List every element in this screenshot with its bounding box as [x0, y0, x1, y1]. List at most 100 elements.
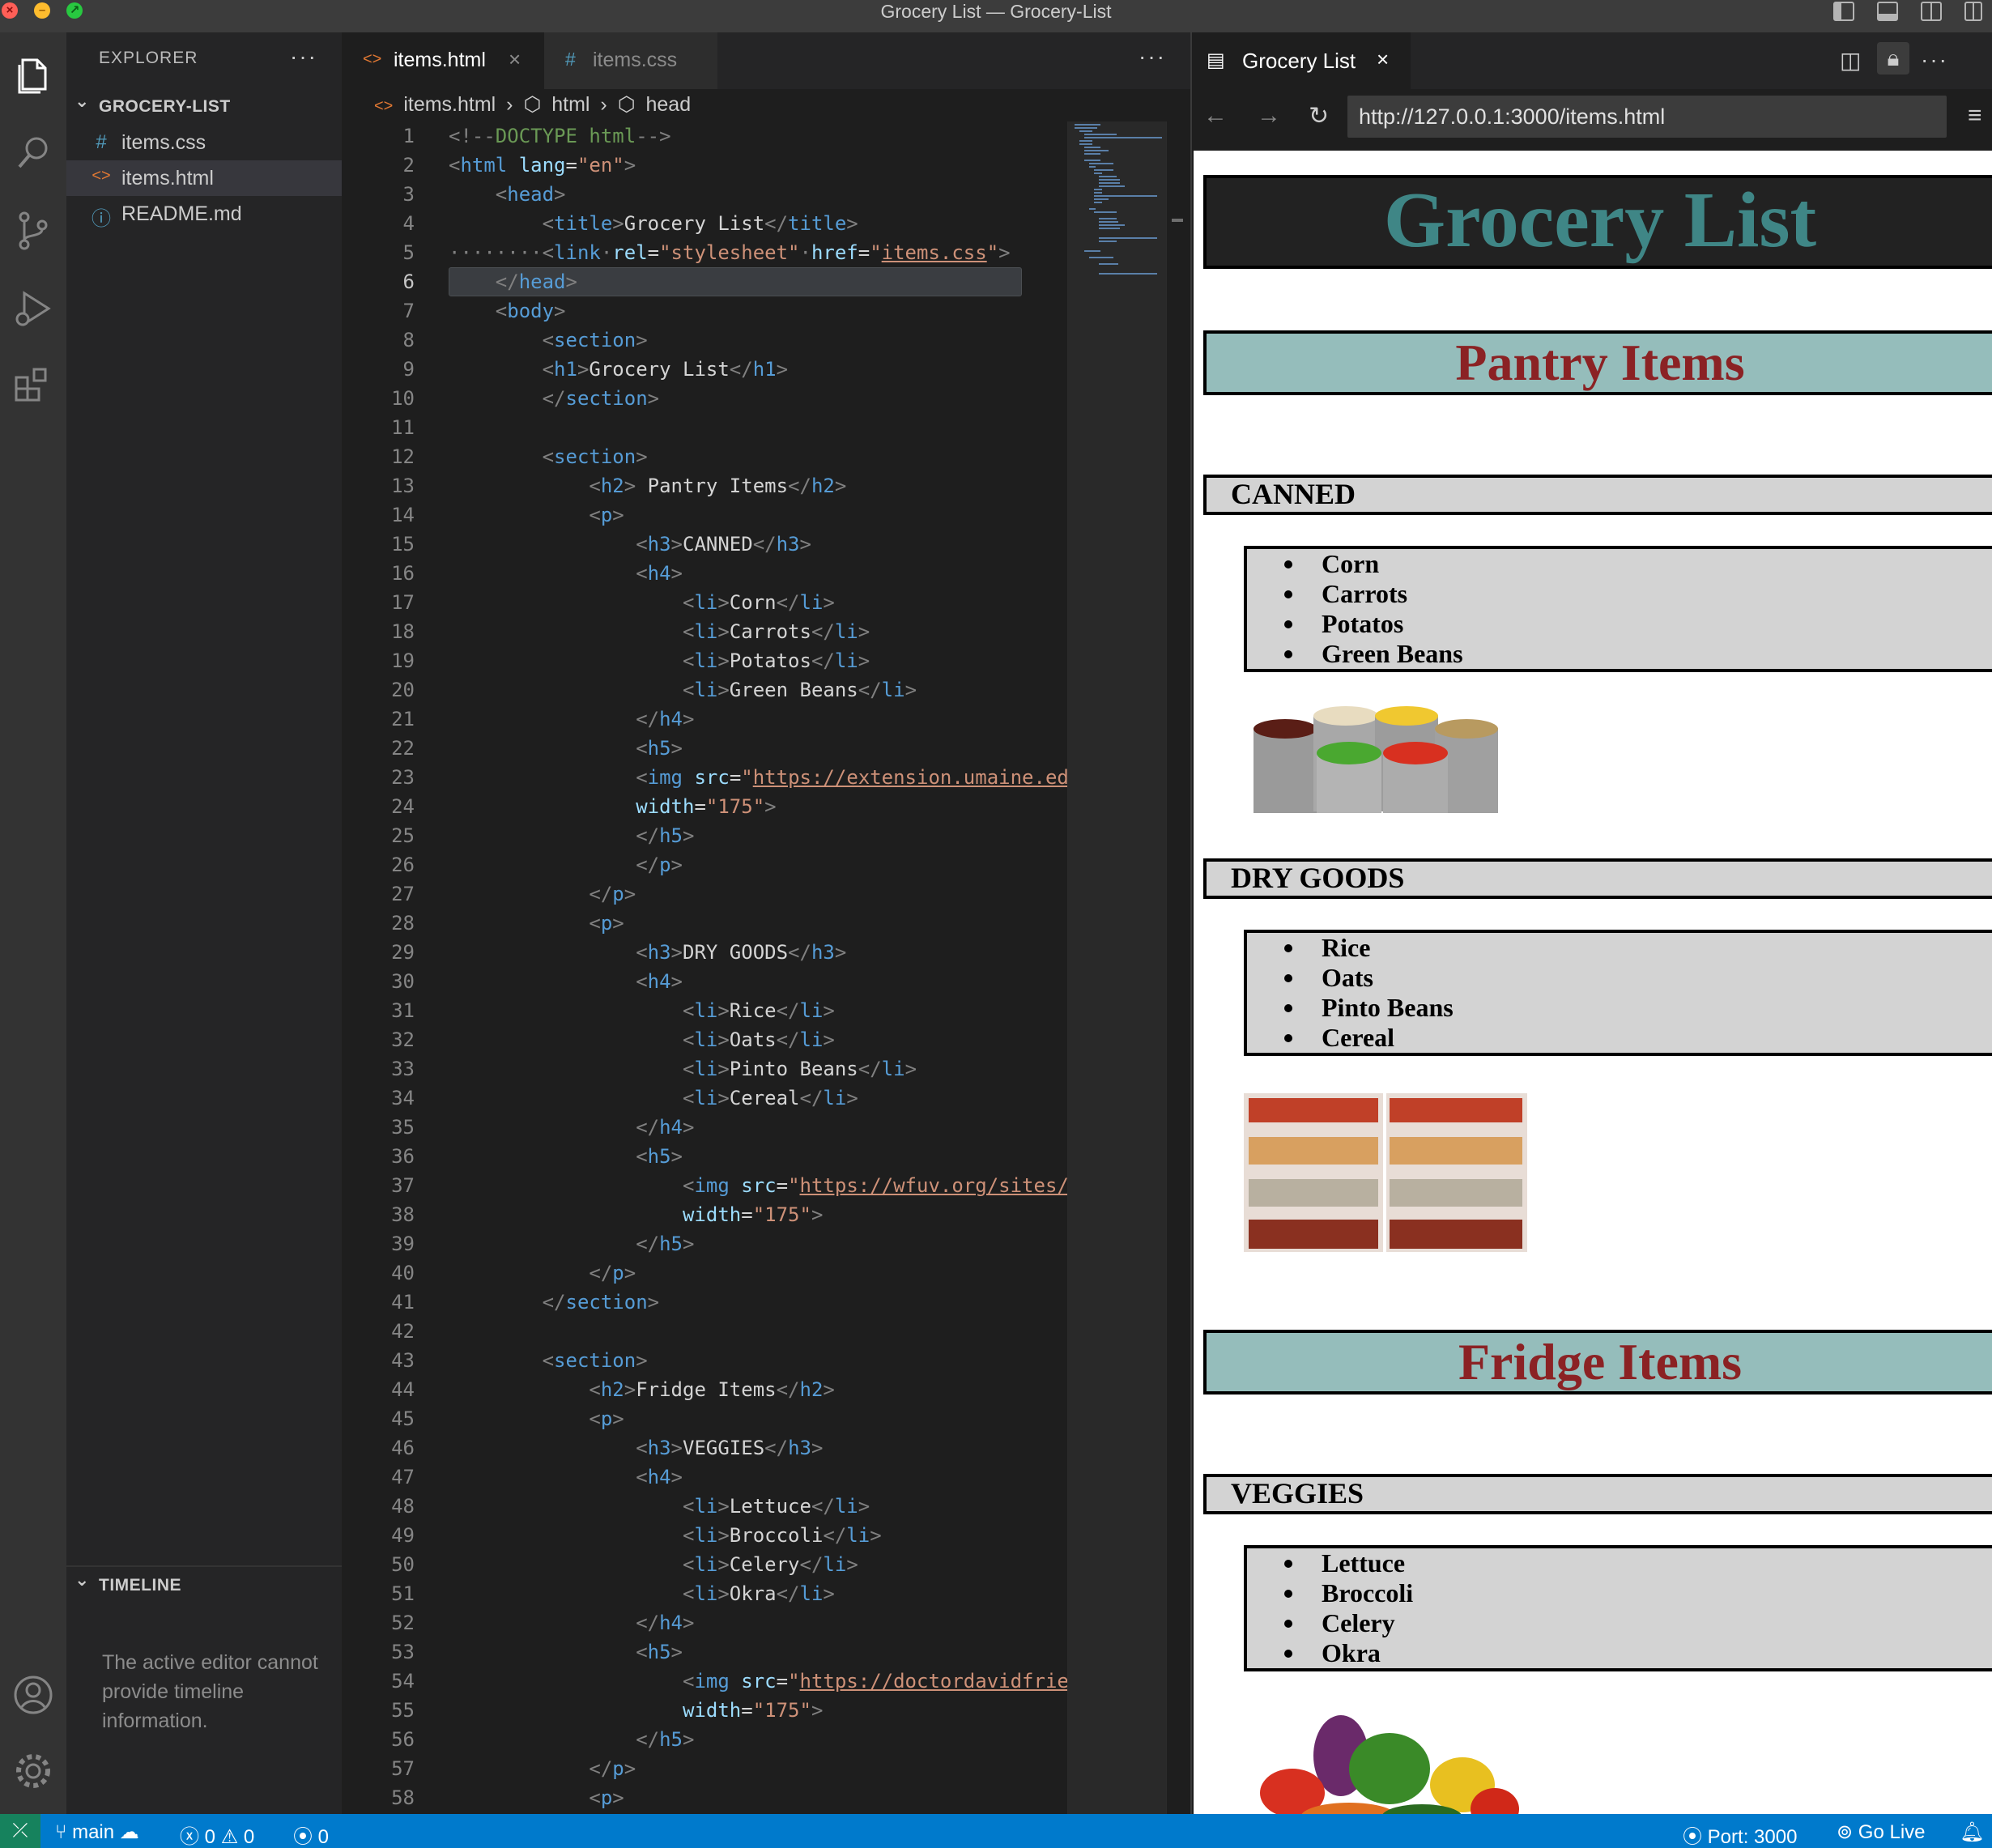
code-line: </p> — [636, 854, 683, 876]
accounts-icon[interactable] — [6, 1668, 60, 1722]
timeline-section-header[interactable]: ⌄ TIMELINE — [66, 1569, 342, 1602]
code-line: </h5> — [636, 1728, 695, 1751]
settings-gear-icon[interactable] — [6, 1744, 60, 1798]
explorer-more-actions-button[interactable]: ··· — [290, 44, 317, 70]
browser-preview-icon: ▤ — [1207, 49, 1225, 71]
folder-section-header[interactable]: ⌄ GROCERY-LIST — [66, 91, 342, 123]
problems-indicator[interactable]: ⓧ 0 ⚠ 0 — [180, 1820, 254, 1848]
file-item-items-html[interactable]: <> items.html — [66, 160, 342, 196]
toggle-primary-sidebar-icon[interactable] — [1833, 2, 1854, 21]
item-list-canned: Corn Carrots Potatos Green Beans — [1244, 546, 1992, 672]
branch-indicator[interactable]: ⑂ main ☁ — [55, 1820, 139, 1844]
line-number: 22 — [391, 737, 415, 760]
forward-arrow-icon[interactable]: → — [1257, 102, 1281, 130]
file-item-items-css[interactable]: # items.css — [66, 125, 342, 160]
tab-items-css[interactable]: # items.css — [544, 32, 717, 89]
lock-icon[interactable]: 🔒︎ — [1877, 42, 1909, 75]
code-line: <li>Cereal</li> — [682, 1087, 858, 1109]
code-line: </h5> — [636, 824, 695, 847]
tab-label: items.css — [593, 49, 678, 71]
code-line: </section> — [542, 1291, 660, 1314]
go-live-label: Go Live — [1858, 1821, 1926, 1843]
vegetables-image — [1260, 1715, 1519, 1814]
tab-grocery-list-preview[interactable]: ▤ Grocery List × — [1192, 32, 1411, 89]
line-number: 56 — [391, 1728, 415, 1751]
line-number: 34 — [391, 1087, 415, 1109]
timeline-message: The active editor cannot provide timelin… — [102, 1651, 318, 1732]
line-number: 9 — [402, 358, 415, 381]
port-indicator[interactable]: ⦿ Port: 3000 — [1683, 1820, 1797, 1848]
activity-bar — [0, 32, 66, 1814]
html-file-icon: <> — [374, 97, 394, 115]
source-control-icon[interactable] — [6, 204, 60, 258]
group-heading-dry-goods: DRY GOODS — [1203, 858, 1992, 899]
url-input[interactable]: http://127.0.0.1:3000/items.html — [1347, 96, 1947, 138]
extensions-icon[interactable] — [6, 360, 60, 413]
tab-items-html[interactable]: <> items.html × — [342, 32, 544, 89]
search-icon[interactable] — [6, 126, 60, 180]
breadcrumb-html[interactable]: html — [551, 93, 590, 116]
run-and-debug-icon[interactable] — [6, 282, 60, 335]
list-item: Oats — [1247, 963, 1992, 993]
customize-layout-icon[interactable] — [1964, 2, 1982, 21]
explorer-files-icon[interactable] — [6, 49, 60, 102]
code-line: <li>Green Beans</li> — [682, 679, 917, 701]
title-bar: × – ↗ Grocery List — Grocery-List — [0, 0, 1992, 32]
canned-food-image — [1254, 706, 1498, 813]
line-number: 55 — [391, 1699, 415, 1722]
cube-icon: ⬡ — [523, 93, 542, 116]
line-number: 20 — [391, 679, 415, 701]
line-number: 27 — [391, 883, 415, 905]
live-icon: ⊚ — [1837, 1821, 1854, 1843]
file-item-readme[interactable]: ⓘ README.md — [66, 196, 342, 232]
minimap-preview — [1075, 124, 1162, 275]
code-editor: <> items.html × # items.css ··· <> items… — [342, 32, 1190, 1814]
menu-icon[interactable]: ≡ — [1968, 102, 1982, 130]
close-tab-icon[interactable]: × — [1377, 47, 1389, 72]
code-line: </head> — [495, 270, 577, 293]
code-area[interactable]: <!--DOCTYPE html--> <html lang="en"> <he… — [449, 121, 1085, 1814]
folder-name: GROCERY-LIST — [99, 97, 231, 116]
split-editor-icon[interactable]: ◫ — [1840, 47, 1861, 74]
line-number: 40 — [391, 1262, 415, 1284]
list-item: Green Beans — [1247, 639, 1992, 669]
toggle-panel-icon[interactable] — [1877, 2, 1898, 21]
code-line: <section> — [542, 1349, 648, 1372]
back-arrow-icon[interactable]: ← — [1203, 102, 1228, 130]
toggle-secondary-sidebar-icon[interactable] — [1921, 2, 1942, 21]
go-live-button[interactable]: ⊚ Go Live — [1837, 1820, 1926, 1844]
line-number: 28 — [391, 912, 415, 935]
line-number: 58 — [391, 1786, 415, 1809]
breadcrumb-head[interactable]: head — [645, 93, 691, 116]
error-count: 0 — [204, 1826, 216, 1848]
file-name: items.html — [121, 167, 214, 189]
notifications-bell-icon[interactable]: 🔔︎ — [1960, 1820, 1984, 1844]
minimap-slider[interactable] — [1068, 121, 1167, 1814]
line-number: 21 — [391, 708, 415, 730]
editor-more-actions-button[interactable]: ··· — [1139, 44, 1166, 70]
preview-tab-bar: ▤ Grocery List × ◫ 🔒︎ ··· — [1192, 32, 1992, 89]
broadcast-icon: ⦿ — [1683, 1826, 1702, 1848]
more-actions-icon[interactable]: ··· — [1921, 47, 1948, 73]
line-number: 35 — [391, 1116, 415, 1139]
breadcrumb-file[interactable]: items.html — [403, 93, 496, 116]
code-line: <p> — [589, 1786, 624, 1809]
pantry-shelves-image — [1244, 1093, 1527, 1252]
ports-indicator[interactable]: ⦿ 0 — [293, 1820, 329, 1848]
remote-indicator-icon[interactable]: ⤫ — [0, 1814, 40, 1848]
editor-scrollbar[interactable] — [1166, 121, 1189, 1814]
line-number: 36 — [391, 1145, 415, 1168]
minimap[interactable] — [1067, 121, 1167, 1814]
code-line: <h3>VEGGIES</h3> — [636, 1437, 824, 1459]
reload-icon[interactable]: ↻ — [1309, 102, 1329, 130]
line-number: 51 — [391, 1582, 415, 1605]
line-number: 48 — [391, 1495, 415, 1518]
item-list-veggies: Lettuce Broccoli Celery Okra — [1244, 1545, 1992, 1671]
code-line: <body> — [495, 300, 566, 322]
close-tab-icon[interactable]: × — [509, 47, 521, 72]
code-line: <head> — [495, 183, 566, 206]
list-item: Pinto Beans — [1247, 993, 1992, 1023]
code-line: </h5> — [636, 1233, 695, 1255]
breadcrumb-separator: › — [506, 93, 513, 116]
